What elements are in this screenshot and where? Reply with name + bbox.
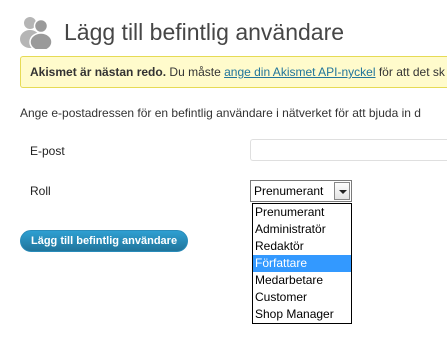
role-option[interactable]: Författare xyxy=(253,255,351,272)
role-option[interactable]: Customer xyxy=(253,289,351,306)
page-title: Lägg till befintlig användare xyxy=(64,19,345,45)
akismet-notice: Akismet är nästan redo. Du måste ange di… xyxy=(20,56,447,88)
notice-text: Du måste xyxy=(166,65,225,79)
role-option[interactable]: Prenumerant xyxy=(253,204,351,221)
notice-text-trailing: för att det sk xyxy=(375,65,445,79)
role-label: Roll xyxy=(30,184,51,198)
akismet-api-key-link[interactable]: ange din Akismet API-nyckel xyxy=(224,65,375,79)
users-icon xyxy=(18,13,54,52)
form-intro: Ange e-postadressen för en befintlig anv… xyxy=(20,106,421,120)
role-dropdown-list: Prenumerant Administratör Redaktör Författa… xyxy=(252,203,352,324)
email-label: E-post xyxy=(30,144,65,158)
role-option[interactable]: Medarbetare xyxy=(253,272,351,289)
notice-bold-text: Akismet är nästan redo. xyxy=(30,65,167,79)
chevron-down-icon[interactable] xyxy=(334,182,350,200)
role-select-value: Prenumerant xyxy=(254,184,324,198)
role-option[interactable]: Redaktör xyxy=(253,238,351,255)
add-existing-user-button[interactable]: Lägg till befintlig användare xyxy=(20,230,189,252)
email-field[interactable] xyxy=(250,139,447,161)
role-option[interactable]: Administratör xyxy=(253,221,351,238)
role-option[interactable]: Shop Manager xyxy=(253,306,351,323)
role-select[interactable]: Prenumerant xyxy=(250,180,352,202)
